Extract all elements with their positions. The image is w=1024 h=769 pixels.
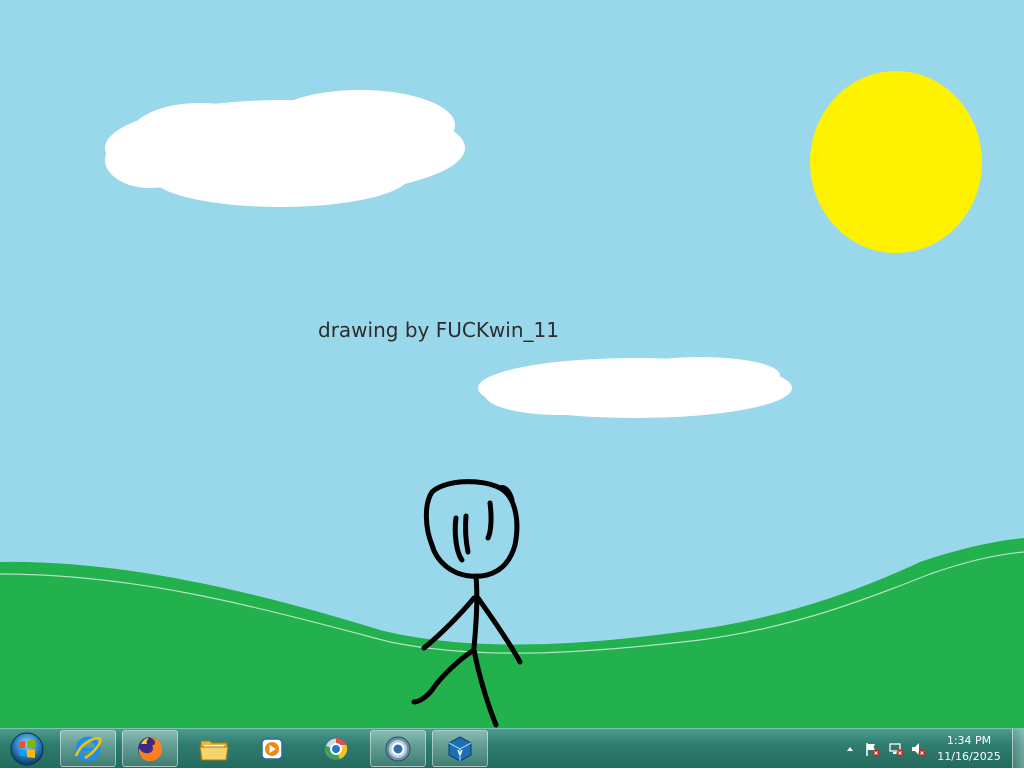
taskbar: V 1:34 PM 11/16/2025 xyxy=(0,728,1024,769)
media-player-icon xyxy=(261,737,283,760)
firefox-icon xyxy=(138,736,163,761)
sun xyxy=(810,71,982,253)
taskbar-item-chrome-old[interactable] xyxy=(308,730,364,767)
drawing-caption: drawing by FUCKwin_11 xyxy=(318,318,559,342)
chevron-up-icon xyxy=(847,747,853,751)
folder-icon xyxy=(199,740,229,760)
chrome-icon xyxy=(385,736,411,761)
clock[interactable]: 1:34 PM 11/16/2025 xyxy=(932,733,1006,765)
volume-muted-icon xyxy=(912,743,926,757)
stick-figure-body xyxy=(471,573,480,651)
system-tray: 1:34 PM 11/16/2025 xyxy=(834,729,1024,769)
action-center-tray[interactable] xyxy=(864,741,880,757)
show-hidden-icons-button[interactable] xyxy=(842,741,858,757)
virtualbox-icon: V xyxy=(448,735,472,762)
internet-explorer-icon xyxy=(74,736,102,761)
windows-orb-icon xyxy=(10,732,44,766)
taskbar-item-chrome-active[interactable] xyxy=(370,730,426,767)
clock-date: 11/16/2025 xyxy=(937,750,1001,763)
volume-tray[interactable] xyxy=(910,741,926,757)
network-icon xyxy=(889,743,904,757)
chrome-icon xyxy=(324,737,348,760)
stick-figure-eye-mid xyxy=(463,513,471,555)
taskbar-item-file-explorer[interactable] xyxy=(186,730,242,767)
action-center-flag-icon xyxy=(866,743,880,757)
network-tray[interactable] xyxy=(888,741,904,757)
taskbar-item-media-player[interactable] xyxy=(244,730,300,767)
show-desktop-button[interactable] xyxy=(1012,729,1024,769)
taskbar-item-firefox[interactable] xyxy=(122,730,178,767)
taskbar-item-internet-explorer[interactable] xyxy=(60,730,116,767)
clock-time: 1:34 PM xyxy=(946,734,992,747)
taskbar-item-virtualbox[interactable]: V xyxy=(432,730,488,767)
svg-text:V: V xyxy=(457,749,463,757)
start-button[interactable] xyxy=(4,730,50,768)
wallpaper-drawing xyxy=(0,0,1024,728)
desktop: drawing by FUCKwin_11 xyxy=(0,0,1024,728)
